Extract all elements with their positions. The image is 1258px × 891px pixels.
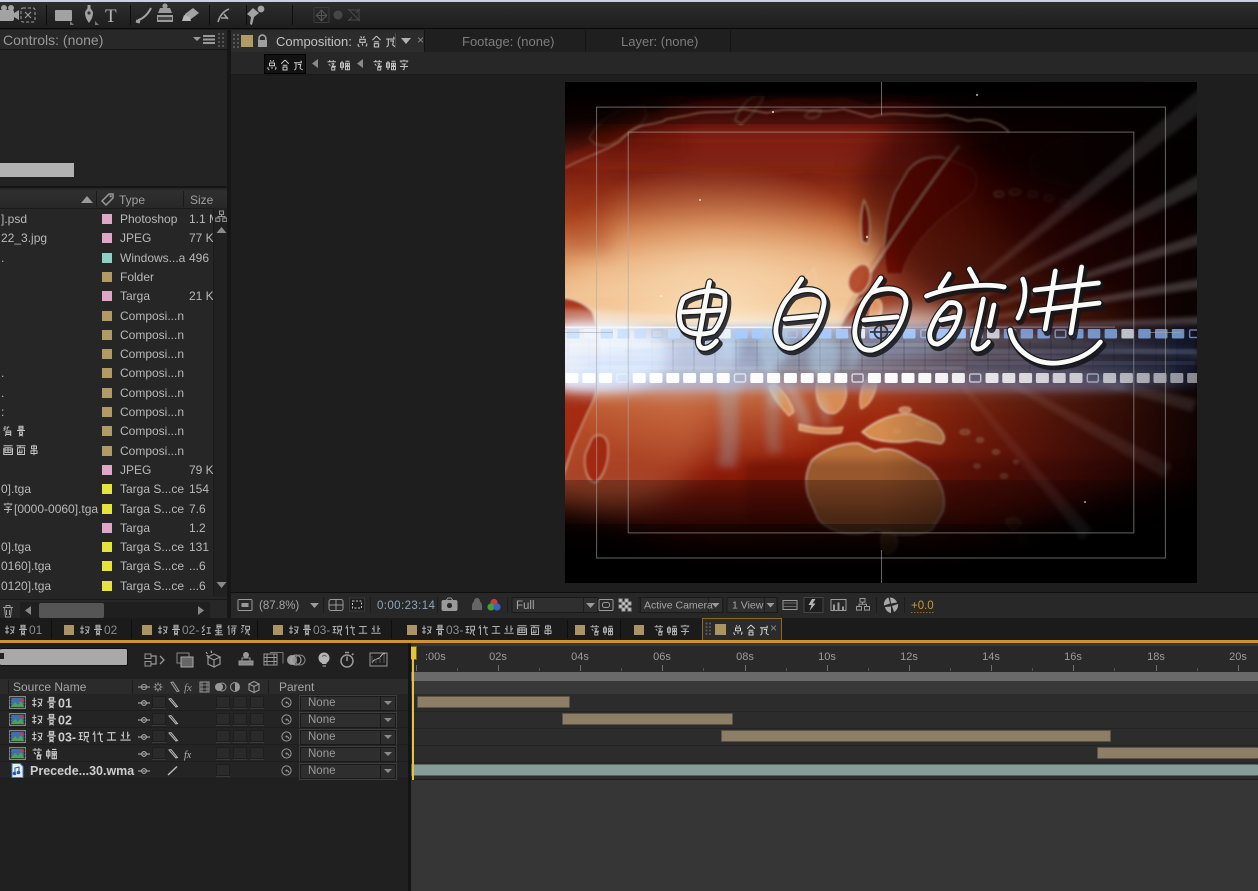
svg-text:10s: 10s: [818, 651, 836, 663]
svg-text:fx: fx: [184, 682, 192, 694]
svg-text:+0.0: +0.0: [911, 600, 934, 612]
svg-text:0:00:23:14: 0:00:23:14: [377, 600, 436, 612]
svg-text:T: T: [105, 6, 117, 27]
svg-text:16s: 16s: [1064, 651, 1082, 663]
svg-text:fx: fx: [184, 750, 192, 761]
svg-text::00s: :00s: [425, 651, 446, 663]
svg-text:06s: 06s: [653, 651, 671, 663]
svg-text:20s: 20s: [1229, 651, 1247, 663]
svg-text:08s: 08s: [736, 651, 754, 663]
svg-text:Active Camera: Active Camera: [644, 600, 713, 612]
svg-text:02s: 02s: [489, 651, 507, 663]
svg-text:12s: 12s: [900, 651, 918, 663]
svg-text:04s: 04s: [571, 651, 589, 663]
svg-text:1 View: 1 View: [732, 600, 764, 612]
svg-text:Full: Full: [516, 600, 535, 612]
svg-text:18s: 18s: [1147, 651, 1165, 663]
svg-text:(87.8%): (87.8%): [259, 600, 299, 612]
svg-text:14s: 14s: [982, 651, 1000, 663]
